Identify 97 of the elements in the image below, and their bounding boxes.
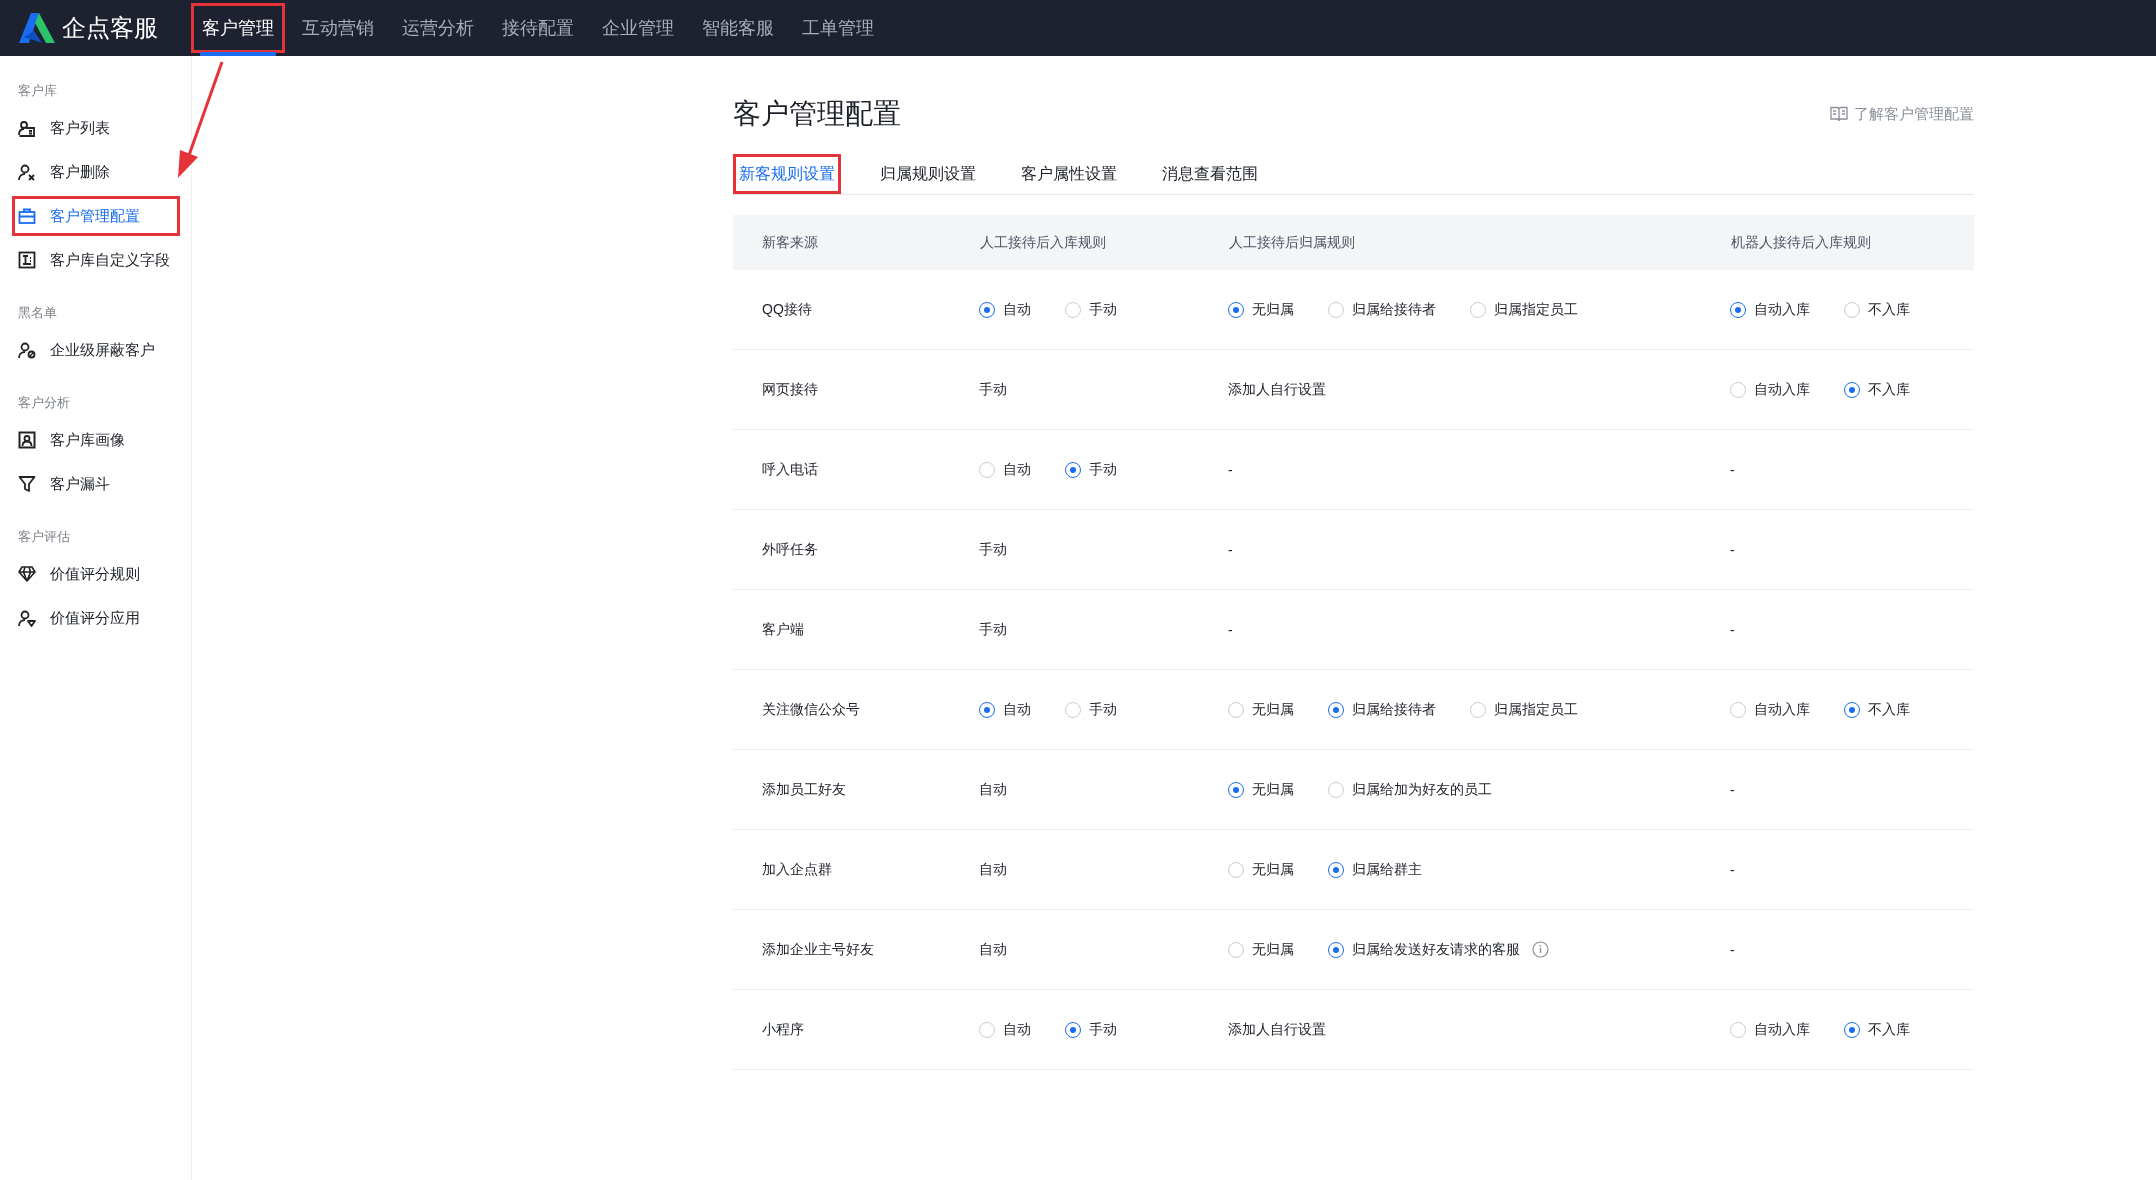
table-cell: QQ接待 [762, 300, 812, 317]
radio-label: 自动 [1003, 300, 1031, 319]
tab[interactable]: 归属规则设置 [874, 154, 982, 194]
radio-label: 不入库 [1868, 300, 1910, 319]
column-header: 机器人接待后入库规则 [1731, 233, 1871, 250]
table-cell: - [1228, 541, 1233, 558]
radio-label: 无归属 [1252, 700, 1294, 719]
table-cell: 添加企业主号好友 [762, 940, 874, 957]
column-header: 人工接待后归属规则 [1229, 233, 1355, 250]
nav-tab[interactable]: 客户管理 [188, 0, 288, 56]
radio-label: 手动 [1089, 700, 1117, 719]
person-card-icon [18, 119, 36, 137]
radio-label: 归属给接待者 [1352, 300, 1436, 319]
sidebar-item[interactable]: 客户管理配置 [10, 194, 182, 238]
person-block-icon [18, 341, 36, 359]
table-cell: 网页接待 [762, 380, 818, 397]
nav-tab[interactable]: 工单管理 [788, 0, 888, 56]
table-cell: 外呼任务 [762, 540, 818, 557]
radio-label: 自动 [1003, 1020, 1031, 1039]
logo-icon [18, 13, 56, 43]
table-cell: - [1228, 621, 1233, 638]
briefcase-icon [18, 207, 36, 225]
radio-label: 自动入库 [1754, 300, 1810, 319]
group-heading: 客户评估 [17, 528, 71, 546]
sidebar-item[interactable]: 客户删除 [10, 150, 124, 194]
table-cell: 关注微信公众号 [762, 700, 860, 717]
nav-tab[interactable]: 智能客服 [688, 0, 788, 56]
sidebar-item[interactable]: 客户库画像 [10, 418, 139, 462]
table-cell: 自动 [979, 780, 1007, 797]
table-cell: - [1730, 781, 1735, 798]
sidebar-item[interactable]: 客户库自定义字段 [10, 238, 184, 282]
table-cell: 小程序 [762, 1020, 804, 1037]
sidebar-item[interactable]: 价值评分规则 [10, 552, 154, 596]
info-icon[interactable] [1532, 941, 1549, 958]
radio-label: 归属给加为好友的员工 [1352, 780, 1492, 799]
radio-label: 无归属 [1252, 860, 1294, 879]
table-cell: - [1730, 941, 1735, 958]
table-cell: 手动 [979, 620, 1007, 637]
sidebar-item[interactable]: 客户漏斗 [10, 462, 124, 506]
diamond-icon [18, 565, 36, 583]
table-cell: 加入企点群 [762, 860, 832, 877]
table-cell: 添加人自行设置 [1228, 1020, 1326, 1037]
table-cell: 添加人自行设置 [1228, 380, 1326, 397]
column-header: 人工接待后入库规则 [980, 233, 1106, 250]
tab[interactable]: 客户属性设置 [1015, 154, 1123, 194]
table-cell: 添加员工好友 [762, 780, 846, 797]
table-cell: - [1730, 461, 1735, 478]
radio-label: 无归属 [1252, 780, 1294, 799]
radio-label: 归属给接待者 [1352, 700, 1436, 719]
group-heading: 黑名单 [17, 304, 58, 322]
radio-label: 自动 [1003, 460, 1031, 479]
field-icon [18, 251, 36, 269]
radio-label: 无归属 [1252, 940, 1294, 959]
table-cell: 自动 [979, 860, 1007, 877]
table-cell: - [1730, 861, 1735, 878]
page-title: 客户管理配置 [733, 97, 901, 131]
nav-tab[interactable]: 企业管理 [588, 0, 688, 56]
table-cell: 客户端 [762, 620, 804, 637]
portrait-icon [18, 431, 36, 449]
radio-label: 归属给群主 [1352, 860, 1422, 879]
radio-label: 手动 [1089, 1020, 1117, 1039]
table-cell: - [1730, 621, 1735, 638]
tab[interactable]: 消息查看范围 [1156, 154, 1264, 194]
table-cell: - [1228, 461, 1233, 478]
radio-label: 归属指定员工 [1494, 700, 1578, 719]
column-header: 新客来源 [762, 233, 818, 250]
radio-label: 不入库 [1868, 700, 1910, 719]
sidebar-item[interactable]: 客户列表 [10, 106, 124, 150]
radio-label: 自动 [1003, 700, 1031, 719]
person-diamond-icon [18, 609, 36, 627]
sidebar-item[interactable]: 价值评分应用 [10, 596, 154, 640]
nav-tab[interactable]: 接待配置 [488, 0, 588, 56]
sidebar-item[interactable]: 企业级屏蔽客户 [10, 328, 169, 372]
radio-label: 自动入库 [1754, 1020, 1810, 1039]
person-remove-icon [18, 163, 36, 181]
radio-label: 自动入库 [1754, 380, 1810, 399]
nav-tab[interactable]: 运营分析 [388, 0, 488, 56]
table-cell: 呼入电话 [762, 460, 818, 477]
table-cell: - [1730, 541, 1735, 558]
radio-label: 自动入库 [1754, 700, 1810, 719]
radio-label: 不入库 [1868, 380, 1910, 399]
radio-label: 不入库 [1868, 1020, 1910, 1039]
table-cell: 手动 [979, 540, 1007, 557]
radio-label: 归属给发送好友请求的客服 [1352, 940, 1520, 959]
app-name: 企点客服 [62, 13, 158, 43]
nav-tab[interactable]: 互动营销 [288, 0, 388, 56]
funnel-icon [18, 475, 36, 493]
book-icon [1830, 106, 1848, 122]
group-heading: 客户分析 [17, 394, 71, 412]
radio-label: 归属指定员工 [1494, 300, 1578, 319]
tab[interactable]: 新客规则设置 [733, 154, 841, 194]
radio-label: 手动 [1089, 300, 1117, 319]
radio-label: 手动 [1089, 460, 1117, 479]
radio-label: 无归属 [1252, 300, 1294, 319]
group-heading: 客户库 [17, 82, 58, 100]
table-cell: 手动 [979, 380, 1007, 397]
table-cell: 自动 [979, 940, 1007, 957]
